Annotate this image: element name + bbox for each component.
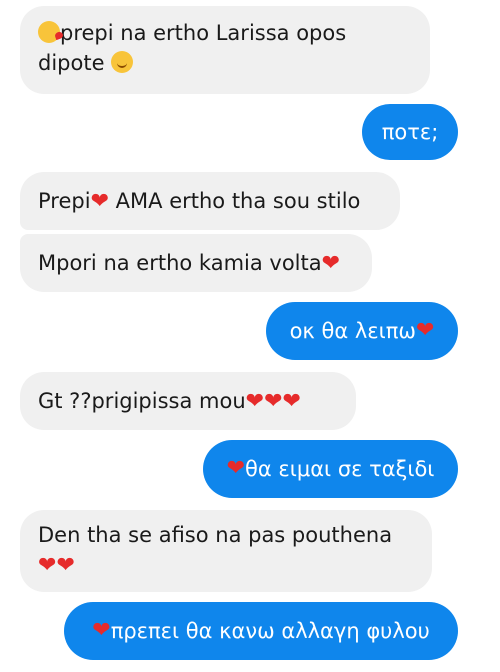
heart-icon: ❤ (264, 389, 283, 414)
heart-icon: ❤ (56, 553, 75, 578)
incoming-message[interactable]: prepi na ertho Larissa opos dipote (20, 6, 430, 94)
message-text: prepi na ertho Larissa opos (60, 21, 347, 45)
message-text: Den tha se afiso na pas pouthena (38, 523, 393, 547)
incoming-message[interactable]: Den tha se afiso na pas pouthena ❤❤ (20, 510, 432, 592)
message-text: ποτε; (381, 120, 439, 144)
heart-icon: ❤ (90, 189, 109, 214)
chat-thread: prepi na ertho Larissa opos dipote ποτε;… (0, 0, 500, 672)
message-text: οκ θα λειπω (289, 319, 416, 343)
heart-icon: ❤ (415, 318, 435, 343)
heart-icon: ❤ (321, 251, 341, 276)
incoming-message[interactable]: Prepi❤ AMA ertho tha sou stilo (20, 172, 400, 230)
message-text: AMA ertho tha sou stilo (109, 189, 361, 213)
heart-icon: ❤ (282, 389, 301, 414)
outgoing-message[interactable]: ❤ πρεπει θα κανω αλλαγη φυλου (64, 602, 458, 660)
heart-icon: ❤ (226, 456, 246, 481)
heart-icon: ❤ (245, 389, 265, 414)
message-text: θα ειμαι σε ταξιδι (245, 457, 435, 481)
outgoing-message[interactable]: οκ θα λειπω ❤ (266, 302, 458, 360)
incoming-message[interactable]: Gt ??prigipissa mou❤❤❤ (20, 372, 356, 430)
heart-icon: ❤ (38, 553, 57, 578)
heart-icon: ❤ (92, 618, 111, 643)
message-text: Gt ??prigipissa mou (38, 389, 246, 413)
message-text: dipote (38, 51, 105, 75)
incoming-message[interactable]: Mpori na ertho kamia volta❤ (20, 234, 372, 292)
message-text: πρεπει θα κανω αλλαγη φυλου (110, 619, 430, 643)
outgoing-message[interactable]: ποτε; (362, 104, 458, 160)
message-text: Prepi (38, 189, 91, 213)
message-text: Mpori na ertho kamia volta (38, 251, 322, 275)
outgoing-message[interactable]: ❤ θα ειμαι σε ταξιδι (203, 440, 458, 498)
smile-emoji-icon (111, 51, 134, 73)
kissing-wink-emoji-icon (38, 21, 60, 43)
